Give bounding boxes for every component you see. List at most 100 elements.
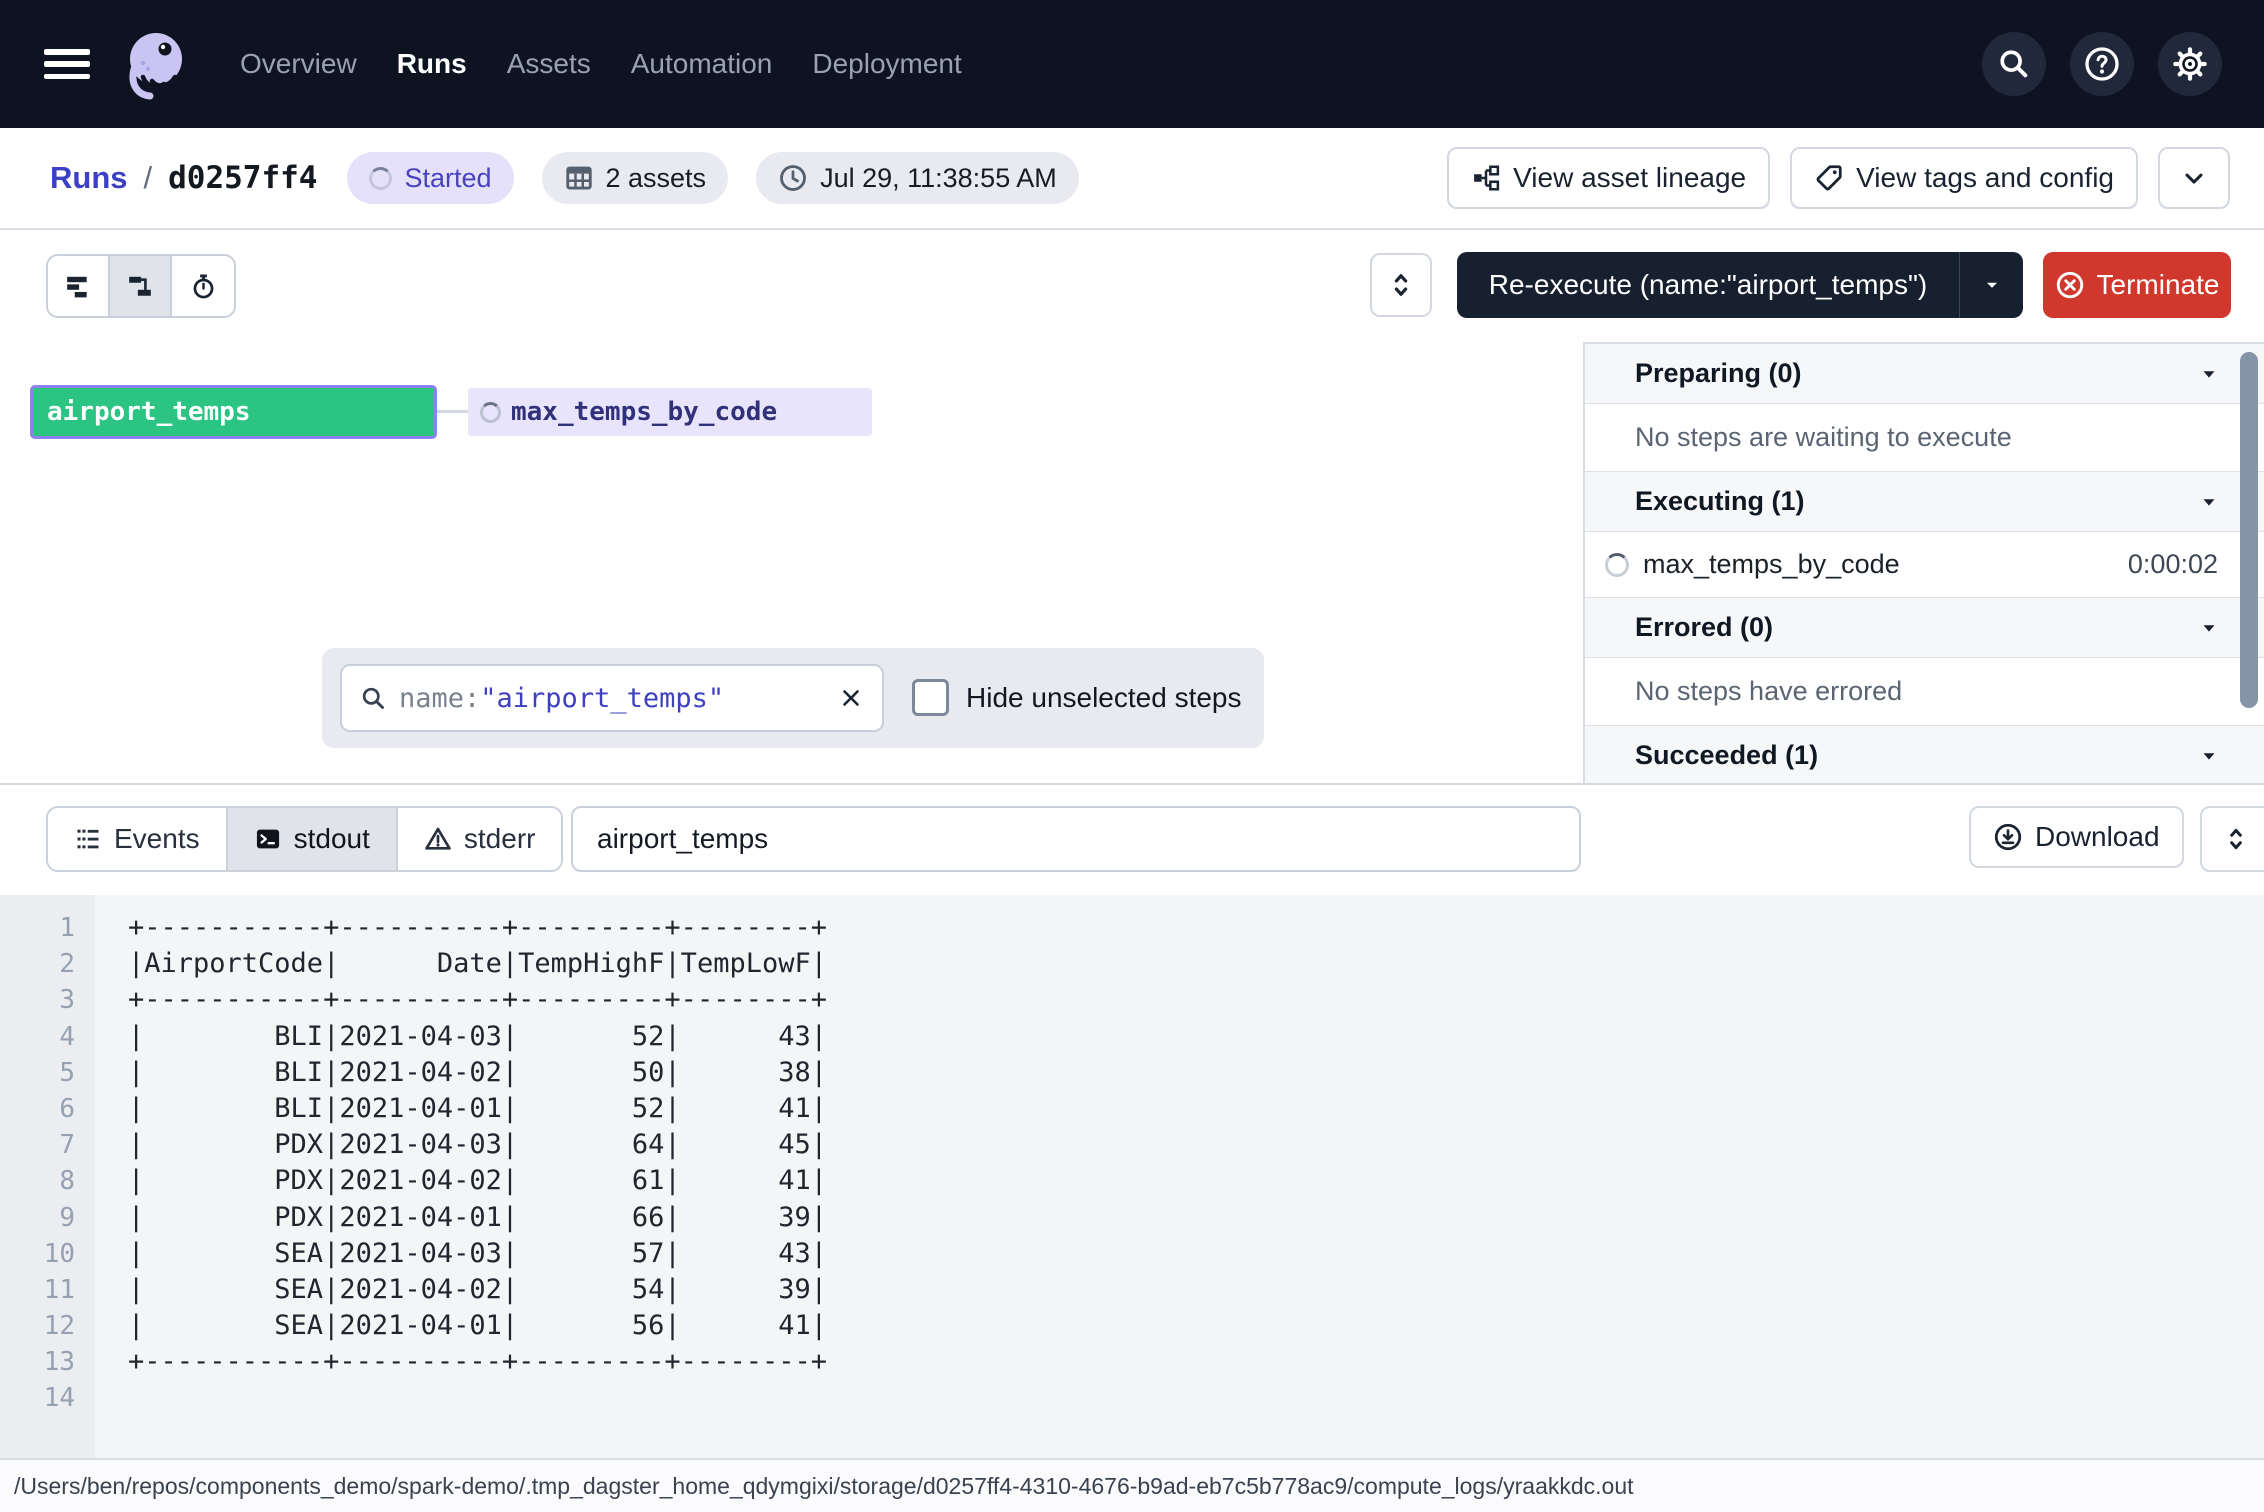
dagster-run-page: Overview Runs Assets Automation Deployme…	[0, 0, 2264, 1512]
expand-log-panel-button[interactable]	[2200, 806, 2264, 872]
tab-label: stderr	[464, 823, 536, 855]
gantt-node-label: max_temps_by_code	[511, 397, 777, 427]
timestamp-badge: Jul 29, 11:38:55 AM	[756, 152, 1079, 204]
spinner-icon	[1605, 553, 1629, 577]
gantt-node-max-temps-by-code[interactable]: max_temps_by_code	[468, 388, 872, 436]
scrollbar-thumb[interactable]	[2240, 352, 2258, 708]
breadcrumb-separator: /	[144, 160, 153, 196]
chevron-down-icon	[2198, 745, 2220, 767]
stderr-warning-icon	[424, 825, 452, 853]
log-line: +-----------+----------+---------+------…	[128, 1344, 827, 1380]
run-gantt-section: Re-execute (name:"airport_temps") Termin…	[0, 230, 2264, 783]
timer-view-button[interactable]	[172, 256, 234, 316]
log-line: +-----------+----------+---------+------…	[128, 910, 827, 946]
tab-label: Events	[114, 823, 200, 855]
download-icon	[1993, 822, 2023, 852]
search-icon	[360, 685, 387, 712]
clock-icon	[778, 163, 808, 193]
section-header-preparing[interactable]: Preparing (0)	[1585, 344, 2264, 404]
more-run-actions-button[interactable]	[2158, 147, 2230, 209]
menu-button[interactable]	[44, 49, 90, 79]
flat-view-button[interactable]	[48, 256, 110, 316]
hide-unselected-checkbox[interactable]	[912, 679, 949, 716]
stdout-log-viewer[interactable]: 1 2 3 4 5 6 7 8 9 10 11 12 13 14 +------…	[0, 895, 2264, 1458]
gantt-view-mode-group	[46, 254, 236, 318]
assets-count-label: 2 assets	[606, 163, 707, 194]
gantt-node-airport-temps[interactable]: airport_temps	[30, 385, 437, 439]
section-header-succeeded[interactable]: Succeeded (1)	[1585, 726, 2264, 786]
hide-unselected-label: Hide unselected steps	[966, 648, 1242, 748]
log-line: +-----------+----------+---------+------…	[128, 982, 827, 1018]
flat-view-icon	[65, 273, 91, 299]
log-line: | PDX|2021-04-03| 64| 45|	[128, 1127, 827, 1163]
line-number: 14	[0, 1380, 75, 1416]
line-number: 4	[0, 1019, 75, 1055]
help-button[interactable]	[2070, 32, 2134, 96]
line-number: 13	[0, 1344, 75, 1380]
nav-links: Overview Runs Assets Automation Deployme…	[240, 48, 962, 80]
run-status-badge: Started	[347, 152, 513, 204]
nav-item-runs[interactable]: Runs	[397, 48, 467, 80]
line-number: 9	[0, 1200, 75, 1236]
line-number: 5	[0, 1055, 75, 1091]
view-tags-and-config-label: View tags and config	[1856, 162, 2114, 194]
spinner-icon	[480, 402, 501, 423]
nav-item-automation[interactable]: Automation	[631, 48, 773, 80]
settings-button[interactable]	[2158, 32, 2222, 96]
reexecute-split-button: Re-execute (name:"airport_temps")	[1457, 252, 2023, 318]
stdout-terminal-icon	[254, 825, 282, 853]
clear-search-button[interactable]	[838, 685, 864, 711]
nav-item-overview[interactable]: Overview	[240, 48, 357, 80]
download-button[interactable]: Download	[1969, 806, 2184, 868]
line-number: 12	[0, 1308, 75, 1344]
terminate-button[interactable]: Terminate	[2043, 252, 2231, 318]
line-number: 2	[0, 946, 75, 982]
line-number: 7	[0, 1127, 75, 1163]
help-icon	[2084, 46, 2120, 82]
timestamp-label: Jul 29, 11:38:55 AM	[820, 163, 1057, 194]
top-nav: Overview Runs Assets Automation Deployme…	[0, 0, 2264, 128]
line-number: 10	[0, 1236, 75, 1272]
search-button[interactable]	[1982, 32, 2046, 96]
section-title: Errored (0)	[1635, 612, 1773, 643]
tag-icon	[1814, 163, 1844, 193]
search-query-value: "airport_temps"	[480, 683, 724, 714]
chevron-down-icon	[2198, 617, 2220, 639]
gantt-zoom-controls-button[interactable]	[1370, 253, 1432, 317]
executing-step-row[interactable]: max_temps_by_code 0:00:02	[1585, 532, 2264, 598]
tab-stderr[interactable]: stderr	[398, 808, 562, 870]
gear-icon	[2172, 46, 2208, 82]
breadcrumb-runs-link[interactable]: Runs	[50, 160, 128, 196]
waterfall-view-button[interactable]	[110, 256, 172, 316]
assets-count-badge[interactable]: 2 assets	[542, 152, 729, 204]
gantt-edge	[437, 410, 468, 413]
nav-item-assets[interactable]: Assets	[507, 48, 591, 80]
log-line: | BLI|2021-04-02| 50| 38|	[128, 1055, 827, 1091]
tab-events[interactable]: Events	[48, 808, 226, 870]
view-asset-lineage-button[interactable]: View asset lineage	[1447, 147, 1770, 209]
section-header-executing[interactable]: Executing (1)	[1585, 472, 2264, 532]
close-icon	[838, 685, 864, 711]
reexecute-dropdown-button[interactable]	[1959, 252, 2023, 318]
reexecute-button[interactable]: Re-execute (name:"airport_temps")	[1457, 252, 1959, 318]
terminate-label: Terminate	[2097, 269, 2220, 301]
dagster-logo[interactable]	[116, 21, 194, 107]
reexecute-label: Re-execute (name:"airport_temps")	[1489, 269, 1928, 301]
run-steps-panel: Preparing (0) No steps are waiting to ex…	[1583, 342, 2264, 783]
view-tags-and-config-button[interactable]: View tags and config	[1790, 147, 2138, 209]
lineage-icon	[1471, 163, 1501, 193]
tab-stdout[interactable]: stdout	[226, 808, 398, 870]
run-header-bar: Runs / d0257ff4 Started 2 assets Jul 29,…	[0, 128, 2264, 230]
nav-item-deployment[interactable]: Deployment	[812, 48, 961, 80]
search-query-prefix: name:	[399, 683, 480, 714]
step-search-input[interactable]: name: "airport_temps"	[340, 664, 884, 732]
errored-empty-row: No steps have errored	[1585, 658, 2264, 726]
section-header-errored[interactable]: Errored (0)	[1585, 598, 2264, 658]
log-line: |AirportCode| Date|TempHighF|TempLowF|	[128, 946, 827, 982]
preparing-empty-row: No steps are waiting to execute	[1585, 404, 2264, 472]
log-file-path-bar: /Users/ben/repos/components_demo/spark-d…	[0, 1458, 2264, 1512]
line-number: 8	[0, 1163, 75, 1199]
step-filter-bar: name: "airport_temps" Hide unselected st…	[322, 648, 1264, 748]
log-step-filter-input[interactable]	[571, 806, 1581, 872]
log-line: | PDX|2021-04-01| 66| 39|	[128, 1200, 827, 1236]
